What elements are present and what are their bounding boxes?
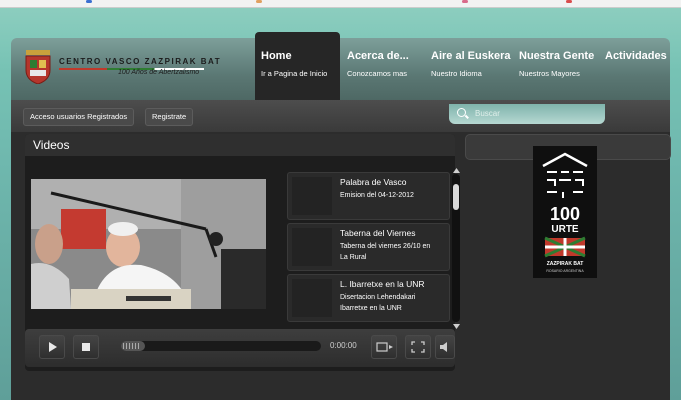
search-icon[interactable] xyxy=(457,108,466,117)
search-box[interactable]: Buscar xyxy=(449,104,605,124)
nav-item-title: Home xyxy=(261,50,292,62)
play-button[interactable] xyxy=(39,335,65,359)
playlist-item-title: L. Ibarretxe en la UNR xyxy=(340,279,425,289)
banner-footer: ZAZPIRAK BAT xyxy=(547,261,584,267)
playlist-scrollbar[interactable] xyxy=(452,174,460,322)
videos-header: Videos xyxy=(25,134,455,156)
scroll-up-icon[interactable] xyxy=(453,168,460,173)
nav-item-title: Aire al Euskera xyxy=(431,50,511,62)
site-header: CENTRO VASCO ZAZPIRAK BAT 100 Años de Ab… xyxy=(11,32,670,100)
nav-item-nuestra-gente[interactable]: Nuestra Gente Nuestros Mayores xyxy=(513,32,599,100)
scroll-down-icon[interactable] xyxy=(453,324,460,329)
progress-grip[interactable] xyxy=(123,343,141,349)
nav-item-subtitle: Nuestro Idioma xyxy=(431,69,482,78)
banner-word: URTE xyxy=(551,224,579,235)
playlist-item[interactable]: L. Ibarretxe en la UNR Disertacion Lehen… xyxy=(287,274,450,322)
video-thumbnail xyxy=(292,279,332,317)
nav-item-subtitle: Nuestros Mayores xyxy=(519,69,580,78)
playlist-item-desc: Disertacion Lehendakari Ibarretxe en la … xyxy=(340,294,416,312)
nav-item-subtitle: Conozcamos mas xyxy=(347,69,408,78)
playlist-item[interactable]: Taberna del Viernes Taberna del viernes … xyxy=(287,223,450,271)
playlist-item-title: Palabra de Vasco xyxy=(340,177,407,187)
nav-item-euskera[interactable]: Aire al Euskera Nuestro Idioma xyxy=(425,32,513,100)
fullscreen-button[interactable] xyxy=(405,335,431,359)
banner-number: 100 xyxy=(550,204,580,224)
video-thumbnail xyxy=(292,228,332,266)
search-input[interactable]: Buscar xyxy=(475,109,500,118)
nav-item-actividades[interactable]: Actividades xyxy=(599,32,669,100)
brand-title[interactable]: CENTRO VASCO ZAZPIRAK BAT xyxy=(59,57,221,66)
nav-item-subtitle: Ir a Pagina de Inicio xyxy=(261,69,328,78)
volume-icon xyxy=(440,342,447,352)
playlist-item[interactable]: Palabra de Vasco Emision del 04-12-2012 xyxy=(287,172,450,220)
nav-item-title: Nuestra Gente xyxy=(519,50,595,62)
nav-item-title: Acerca de... xyxy=(347,50,409,62)
stop-icon xyxy=(82,343,90,351)
tab-indicator xyxy=(256,0,262,3)
volume-button[interactable] xyxy=(435,335,455,359)
register-button[interactable]: Registrate xyxy=(145,108,194,126)
login-button[interactable]: Acceso usuarios Registrados xyxy=(23,108,135,126)
nav-item-acerca[interactable]: Acerca de... Conozcamos mas xyxy=(341,32,425,100)
stop-button[interactable] xyxy=(73,335,99,359)
nav-item-home[interactable]: Home Ir a Pagina de Inicio xyxy=(255,32,340,100)
playlist-item-title: Taberna del Viernes xyxy=(340,228,416,238)
videos-title: Videos xyxy=(33,138,70,152)
play-icon xyxy=(49,342,57,352)
video-playlist: Palabra de Vasco Emision del 04-12-2012 … xyxy=(287,172,450,324)
playlist-item-desc: Emision del 04-12-2012 xyxy=(340,192,414,199)
progress-track[interactable] xyxy=(121,341,321,351)
video-thumbnail xyxy=(292,177,332,215)
banner-footer-sub: ROSARIO ARGENTINA xyxy=(546,269,584,273)
anniversary-banner[interactable]: 100 URTE ZAZPIRAK BAT ROSARIO ARGENTINA xyxy=(533,146,597,278)
player-controls: 0:00:00 xyxy=(25,329,455,367)
user-bar: Acceso usuarios Registrados Registrate B… xyxy=(11,100,670,132)
club-crest-logo[interactable] xyxy=(23,50,53,84)
scrollbar-thumb[interactable] xyxy=(453,184,459,210)
tab-indicator xyxy=(462,0,468,3)
playlist-icon xyxy=(376,342,393,352)
time-readout: 0:00:00 xyxy=(330,341,357,350)
brand-subtitle: 100 Años de Abertzalismo xyxy=(118,69,200,76)
site-container: CENTRO VASCO ZAZPIRAK BAT 100 Años de Ab… xyxy=(11,32,671,400)
nav-item-title: Actividades xyxy=(605,50,667,62)
playlist-item-desc: Taberna del viernes 26/10 en La Rural xyxy=(340,243,431,261)
video-player-frame[interactable] xyxy=(31,179,266,309)
tab-indicator xyxy=(86,0,92,3)
fullscreen-icon xyxy=(411,341,425,353)
browser-top-strip xyxy=(0,0,681,8)
tab-indicator xyxy=(566,0,572,3)
playlist-button[interactable] xyxy=(371,335,397,359)
